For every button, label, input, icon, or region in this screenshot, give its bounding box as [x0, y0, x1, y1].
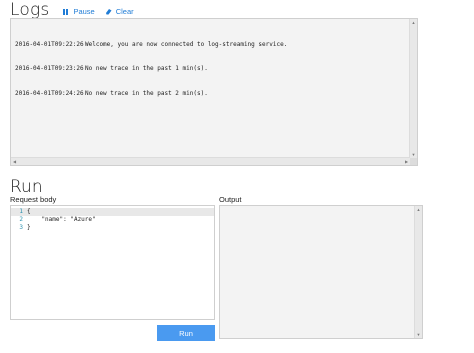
- code-text: {: [27, 208, 31, 215]
- pause-button[interactable]: Pause: [63, 7, 95, 16]
- code-text: }: [27, 224, 31, 231]
- log-timestamp: 2016-04-01T09:23:26: [15, 65, 84, 73]
- line-number: 2: [19, 216, 23, 223]
- line-number: 3: [19, 224, 23, 231]
- scroll-right-icon[interactable]: ▶: [403, 158, 410, 165]
- editor-line: 1 {: [11, 208, 214, 216]
- app-root: Logs Pause Clear 2016-04-01T09:22:26 Wel…: [0, 0, 474, 353]
- logs-panel[interactable]: 2016-04-01T09:22:26 Welcome, you are now…: [10, 18, 418, 166]
- output-panel[interactable]: ▲ ▼: [219, 205, 423, 339]
- log-message: Welcome, you are now connected to log-st…: [85, 40, 288, 48]
- run-title: Run: [10, 177, 43, 197]
- scroll-left-icon[interactable]: ◀: [11, 158, 18, 165]
- logs-header: Logs Pause Clear: [10, 0, 144, 20]
- clear-label: Clear: [115, 7, 134, 16]
- logs-title: Logs: [10, 0, 50, 20]
- editor-line: 2 "name": "Azure": [11, 216, 214, 224]
- run-button[interactable]: Run: [157, 325, 215, 341]
- editor-line: 3 }: [11, 224, 214, 232]
- logs-horizontal-scrollbar[interactable]: ◀ ▶: [11, 157, 410, 165]
- log-line: 2016-04-01T09:22:26 Welcome, you are now…: [15, 41, 287, 49]
- request-body-label: Request body: [10, 195, 57, 204]
- logs-vertical-scrollbar[interactable]: ▲ ▼: [409, 19, 417, 158]
- scroll-up-icon[interactable]: ▲: [415, 206, 422, 213]
- logs-toolbar: Pause Clear: [63, 7, 143, 16]
- pause-label: Pause: [73, 7, 95, 16]
- code-text: "name": "Azure": [27, 216, 96, 223]
- log-timestamp: 2016-04-01T09:24:26: [15, 90, 84, 98]
- pause-icon: [63, 8, 69, 15]
- output-vertical-scrollbar[interactable]: ▲ ▼: [414, 206, 422, 338]
- log-message: No new trace in the past 2 min(s).: [85, 90, 208, 98]
- log-lines: 2016-04-01T09:22:26 Welcome, you are now…: [15, 24, 287, 115]
- request-body-editor[interactable]: 1 { 2 "name": "Azure" 3 }: [10, 205, 215, 320]
- scroll-up-icon[interactable]: ▲: [410, 19, 417, 26]
- log-line: 2016-04-01T09:23:26 No new trace in the …: [15, 65, 287, 73]
- log-line: 2016-04-01T09:24:26 No new trace in the …: [15, 90, 287, 98]
- output-label: Output: [219, 195, 242, 204]
- clear-icon: [105, 8, 112, 15]
- line-number: 1: [19, 208, 23, 215]
- log-message: No new trace in the past 1 min(s).: [85, 65, 208, 73]
- scroll-down-icon[interactable]: ▼: [410, 151, 417, 158]
- log-timestamp: 2016-04-01T09:22:26: [15, 40, 84, 48]
- scroll-corner: [410, 158, 417, 165]
- scroll-down-icon[interactable]: ▼: [415, 331, 422, 338]
- clear-button[interactable]: Clear: [105, 7, 134, 16]
